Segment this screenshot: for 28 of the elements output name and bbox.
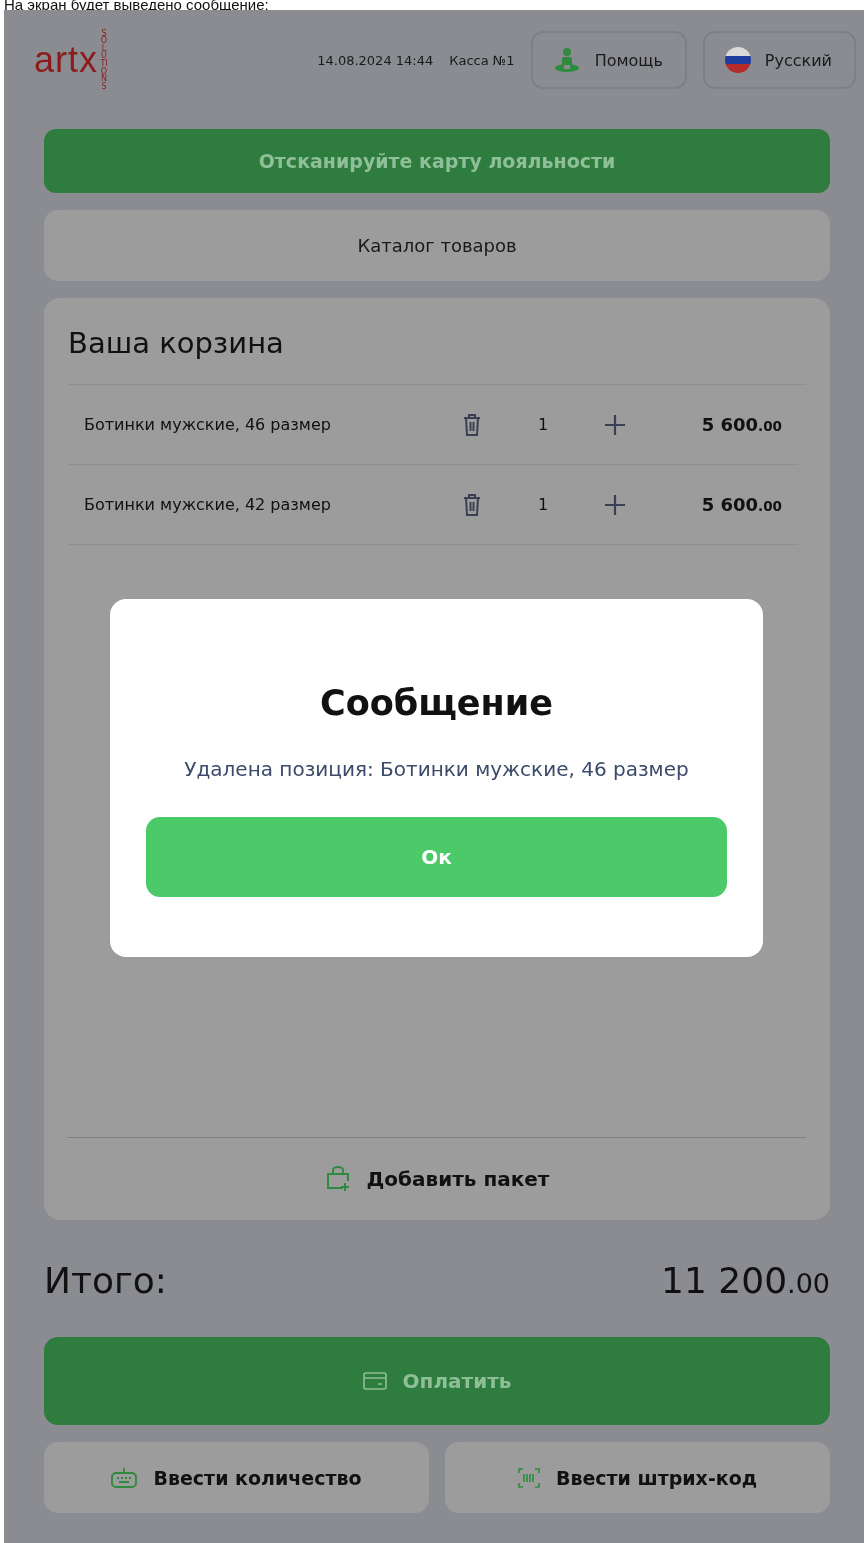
item-name: Ботинки мужские, 46 размер bbox=[84, 415, 332, 434]
item-quantity: 1 bbox=[538, 495, 550, 514]
help-button[interactable]: Помощь bbox=[530, 31, 687, 89]
item-price: 5 600.00 bbox=[700, 494, 782, 515]
dialog-message: Удалена позиция: Ботинки мужские, 46 размер bbox=[184, 757, 689, 781]
item-quantity: 1 bbox=[538, 415, 550, 434]
cart-title: Ваша корзина bbox=[68, 325, 285, 362]
register-label: Касса №1 bbox=[449, 52, 515, 68]
plus-icon[interactable] bbox=[604, 413, 626, 436]
date-time: 14.08.2024 14:44 bbox=[317, 52, 434, 68]
trash-icon[interactable] bbox=[462, 412, 482, 437]
total-label: Итого: bbox=[44, 1259, 167, 1301]
dialog-title: Сообщение bbox=[319, 683, 554, 723]
enter-barcode-button[interactable]: Ввести штрих-код bbox=[445, 1442, 830, 1513]
enter-quantity-button[interactable]: Ввести количество bbox=[44, 1442, 429, 1513]
catalog-button[interactable]: Каталог товаров bbox=[44, 210, 830, 281]
add-bag-button[interactable]: Добавить пакет bbox=[68, 1137, 806, 1220]
trash-icon[interactable] bbox=[462, 492, 482, 517]
item-price: 5 600.00 bbox=[700, 414, 782, 435]
card-icon bbox=[362, 1372, 387, 1390]
barcode-icon bbox=[517, 1467, 540, 1488]
plus-icon[interactable] bbox=[604, 493, 626, 516]
person-icon bbox=[552, 46, 581, 74]
flag-icon bbox=[724, 47, 751, 73]
item-name: Ботинки мужские, 42 размер bbox=[84, 495, 332, 514]
keyboard-icon bbox=[111, 1466, 138, 1489]
language-button[interactable]: Русский bbox=[702, 31, 856, 89]
total-amount: 11 200.00 bbox=[661, 1259, 830, 1301]
